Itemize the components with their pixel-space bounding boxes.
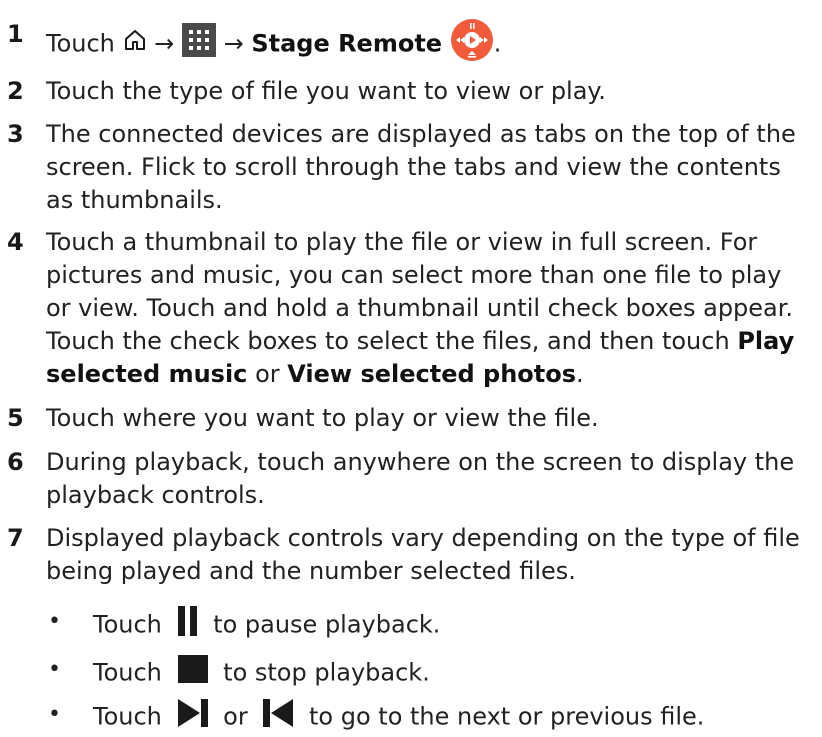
- bullet-text: to stop playback.: [223, 658, 430, 687]
- step-2: 2 Touch the type of file you want to vie…: [0, 75, 810, 108]
- pause-icon: [176, 605, 200, 646]
- step-6: 6 During playback, touch anywhere on the…: [0, 446, 810, 512]
- bullet-pause: • Touch to pause playback.: [0, 605, 810, 646]
- bullet-dot: •: [48, 657, 61, 682]
- bullet-text: to go to the next or previous file.: [309, 702, 705, 731]
- app-name: Stage Remote: [251, 29, 443, 58]
- arrow: →: [223, 29, 244, 58]
- stop-icon: [176, 653, 210, 694]
- apps-grid-icon: [181, 23, 216, 66]
- step-end: .: [576, 360, 584, 388]
- bullet-next-previous: • Touch or to go to the next or previous…: [0, 698, 810, 737]
- step-text: Touch: [46, 29, 115, 58]
- bullet-dot: •: [48, 702, 61, 727]
- step-3: 3 The connected devices are displayed as…: [0, 118, 810, 217]
- bullet-text: Touch: [93, 610, 162, 639]
- bullet-text: to pause playback.: [213, 610, 441, 639]
- step-number: 4: [7, 228, 24, 256]
- step-4: 4 Touch a thumbnail to play the file or …: [0, 226, 810, 391]
- view-selected-photos-label: View selected photos: [287, 360, 577, 388]
- step-5: 5 Touch where you want to play or view t…: [0, 402, 810, 435]
- arrow: →: [154, 29, 175, 58]
- bullet-text: Touch: [93, 702, 162, 731]
- instruction-page: 1 Touch → → Stage Remote . 2 Touch the t…: [0, 0, 822, 735]
- step-number: 7: [7, 524, 24, 552]
- home-icon: [123, 28, 147, 61]
- step-number: 5: [7, 404, 24, 432]
- bullet-dot: •: [48, 609, 61, 634]
- step-text: Touch the type of file you want to view …: [46, 77, 606, 105]
- step-text: During playback, touch anywhere on the s…: [46, 448, 795, 509]
- stage-remote-app-icon: [450, 18, 494, 71]
- step-text: The connected devices are displayed as t…: [46, 120, 796, 214]
- next-icon: [176, 698, 210, 737]
- bullet-stop: • Touch to stop playback.: [0, 653, 810, 694]
- step-text: Displayed playback controls vary dependi…: [46, 524, 800, 585]
- step-number: 6: [7, 448, 24, 476]
- step-number: 3: [7, 120, 24, 148]
- step-text: Touch where you want to play or view the…: [46, 404, 599, 432]
- previous-icon: [261, 698, 295, 737]
- bullet-text: or: [223, 702, 248, 731]
- bullet-text: Touch: [93, 658, 162, 687]
- step-7: 7 Displayed playback controls vary depen…: [0, 522, 810, 588]
- step-1: 1 Touch → → Stage Remote .: [0, 18, 810, 71]
- step-end: .: [493, 29, 502, 58]
- step-text-mid: or: [255, 360, 280, 388]
- step-number: 1: [7, 20, 24, 48]
- step-number: 2: [7, 77, 24, 105]
- step-text: Touch a thumbnail to play the file or vi…: [46, 228, 794, 355]
